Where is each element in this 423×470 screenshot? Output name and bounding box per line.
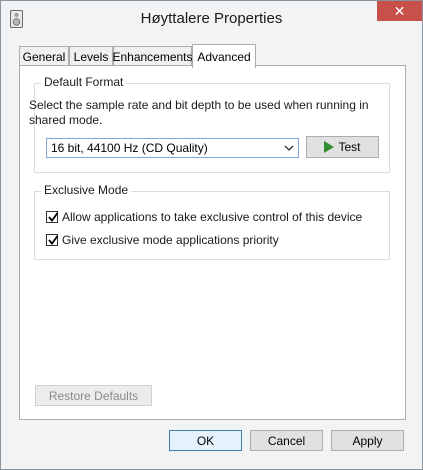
exclusive-priority-option[interactable]: Give exclusive mode applications priorit… [46,232,279,248]
exclusive-control-label: Allow applications to take exclusive con… [62,210,363,224]
exclusive-priority-checkbox[interactable] [46,234,59,246]
cancel-button[interactable]: Cancel [250,430,323,451]
checkmark-icon [48,212,59,222]
restore-defaults-button[interactable]: Restore Defaults [35,385,152,406]
exclusive-priority-label: Give exclusive mode applications priorit… [62,233,279,247]
test-button[interactable]: Test [306,136,379,158]
test-button-label: Test [338,140,361,154]
properties-window: Høyttalere Properties ✕ General Levels E… [0,0,423,470]
tab-enhancements[interactable]: Enhancements [112,46,193,66]
default-format-group: Default Format [34,75,390,173]
title-bar[interactable]: Høyttalere Properties ✕ [1,1,422,39]
exclusive-control-option[interactable]: Allow applications to take exclusive con… [46,209,362,225]
default-format-label: Default Format [41,75,127,89]
exclusive-control-checkbox[interactable] [46,211,59,223]
close-button[interactable]: ✕ [377,1,422,21]
apply-button[interactable]: Apply [331,430,404,451]
default-format-description: Select the sample rate and bit depth to … [29,98,369,127]
play-icon [324,141,335,153]
tab-levels[interactable]: Levels [69,46,113,66]
tab-general[interactable]: General [19,46,69,66]
window-title: Høyttalere Properties [140,10,283,27]
exclusive-mode-label: Exclusive Mode [41,183,132,197]
exclusive-mode-group: Exclusive Mode [34,183,390,260]
format-dropdown[interactable]: 16 bit, 44100 Hz (CD Quality) [46,138,299,158]
format-dropdown-value: 16 bit, 44100 Hz (CD Quality) [51,141,208,155]
chevron-down-icon [283,142,295,154]
close-icon: ✕ [393,3,406,19]
checkmark-icon [48,235,59,245]
ok-button[interactable]: OK [169,430,242,451]
tab-advanced[interactable]: Advanced [192,44,256,68]
